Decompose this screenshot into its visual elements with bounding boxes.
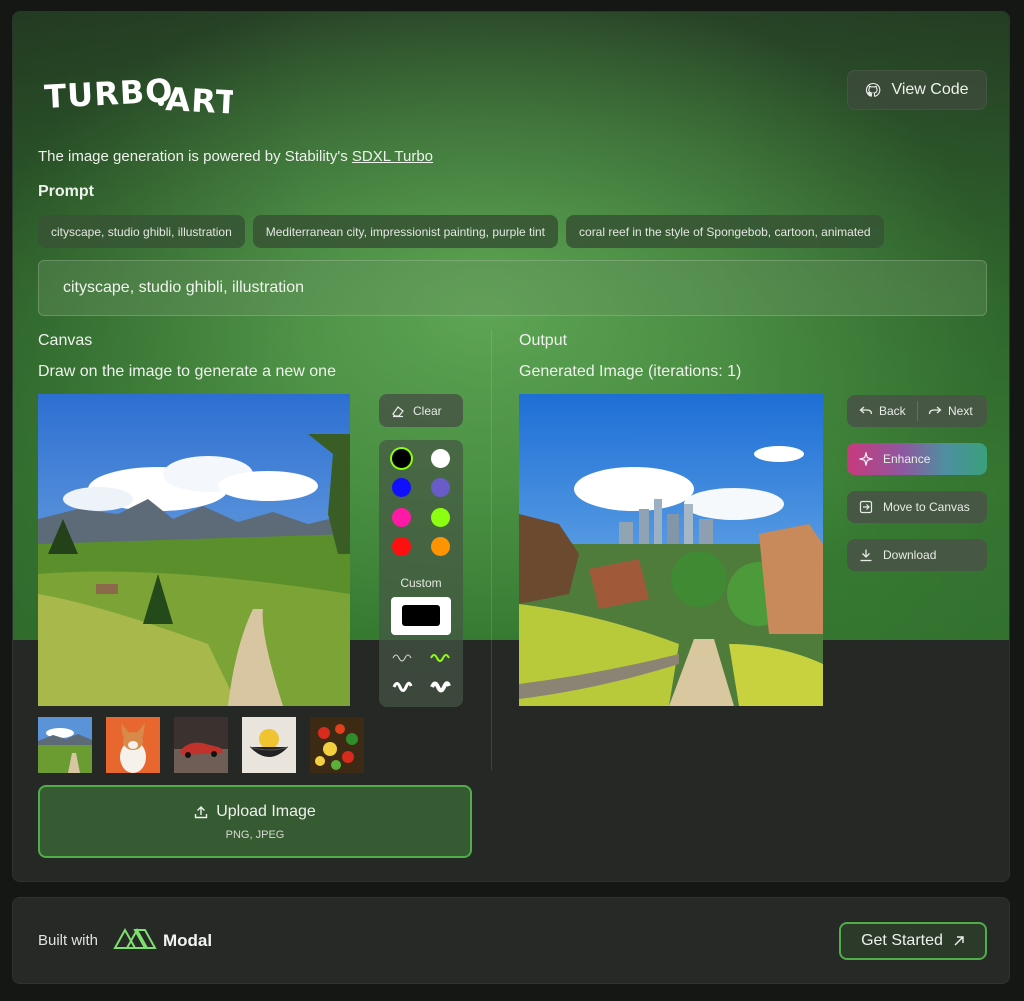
download-icon	[860, 549, 872, 562]
upload-image-button[interactable]: Upload Image PNG, JPEG	[38, 785, 472, 858]
output-subtitle: Generated Image (iterations: 1)	[519, 363, 742, 380]
view-code-button[interactable]: View Code	[847, 70, 987, 110]
move-to-canvas-icon	[859, 500, 873, 514]
color-swatch-red[interactable]	[392, 537, 411, 556]
enhance-button[interactable]: Enhance	[847, 443, 987, 475]
get-started-label: Get Started	[861, 932, 943, 949]
download-button[interactable]: Download	[847, 539, 987, 571]
turbo-art-wordmark: TURBO ART	[43, 71, 239, 122]
next-button[interactable]: Next	[918, 395, 987, 427]
brush-thin-icon[interactable]	[391, 650, 413, 666]
brush-medium-icon[interactable]	[429, 650, 451, 666]
undo-icon	[859, 406, 873, 415]
mountain-landscape-image	[38, 394, 350, 706]
move-to-canvas-button[interactable]: Move to Canvas	[847, 491, 987, 523]
canvas-title: Canvas	[38, 332, 93, 349]
ghibli-cityscape-image	[519, 394, 823, 706]
example-thumbnail-bowl[interactable]	[242, 717, 296, 773]
sparkle-icon	[859, 452, 873, 466]
eraser-icon	[392, 405, 404, 417]
color-swatch-slate[interactable]	[431, 478, 450, 497]
arrow-up-right-icon	[954, 936, 964, 946]
example-thumbnail-car[interactable]	[174, 717, 228, 773]
color-swatch-blue[interactable]	[392, 478, 411, 497]
main-card: TURBO ART View Code The image generation…	[12, 11, 1010, 882]
move-to-canvas-label: Move to Canvas	[883, 500, 970, 514]
custom-color-preview	[402, 605, 440, 626]
next-label: Next	[948, 404, 973, 418]
food-thumbnail-image	[310, 717, 364, 773]
prompt-label: Prompt	[38, 183, 94, 200]
brush-thick-icon[interactable]	[391, 677, 413, 695]
sdxl-turbo-link[interactable]: SDXL Turbo	[352, 148, 433, 165]
modal-brand-name[interactable]: Modal	[163, 931, 212, 951]
corgi-thumbnail-image	[106, 717, 160, 773]
car-thumbnail-image	[174, 717, 228, 773]
color-swatch-lime[interactable]	[431, 508, 450, 527]
clear-label: Clear	[413, 403, 442, 418]
color-palette: Custom	[379, 440, 463, 707]
mountains-thumbnail-image	[38, 717, 92, 773]
upload-file-types: PNG, JPEG	[225, 828, 285, 841]
brush-extra-thick-icon[interactable]	[429, 677, 451, 695]
bowl-thumbnail-image	[242, 717, 296, 773]
prompt-chips: cityscape, studio ghibli, illustration M…	[38, 215, 884, 248]
back-label: Back	[879, 404, 906, 418]
back-button[interactable]: Back	[847, 395, 917, 427]
upload-label: Upload Image	[216, 802, 316, 820]
prompt-chip[interactable]: cityscape, studio ghibli, illustration	[38, 215, 245, 248]
color-swatch-orange[interactable]	[431, 537, 450, 556]
prompt-chip[interactable]: Mediterranean city, impressionist painti…	[252, 215, 559, 248]
output-title: Output	[519, 332, 568, 349]
clear-button[interactable]: Clear	[379, 394, 463, 427]
download-label: Download	[883, 548, 937, 562]
built-with-label: Built with	[38, 932, 99, 949]
get-started-button[interactable]: Get Started	[839, 922, 987, 960]
history-nav: Back Next	[847, 395, 987, 427]
turbo-art-logo: TURBO ART	[43, 70, 239, 124]
example-thumbnail-food[interactable]	[310, 717, 364, 773]
color-swatch-pink[interactable]	[392, 508, 411, 527]
prompt-input[interactable]: cityscape, studio ghibli, illustration	[38, 260, 987, 316]
svg-text:TURBO: TURBO	[43, 71, 174, 116]
upload-row: Upload Image	[194, 803, 316, 821]
redo-icon	[928, 406, 942, 415]
color-swatch-white[interactable]	[431, 449, 450, 468]
example-thumbnail-dog[interactable]	[106, 717, 160, 773]
modal-logo-icon[interactable]	[113, 926, 157, 952]
drawing-canvas[interactable]	[38, 394, 350, 706]
powered-prefix: The image generation is powered by Stabi…	[38, 148, 352, 165]
footer: Built with Modal Get Started	[12, 897, 1010, 984]
svg-text:ART: ART	[165, 80, 233, 116]
upload-icon	[194, 805, 208, 818]
section-divider	[491, 330, 492, 770]
github-icon	[866, 82, 881, 97]
generated-image	[519, 394, 823, 706]
canvas-subtitle: Draw on the image to generate a new one	[38, 363, 336, 380]
custom-color-picker[interactable]	[391, 597, 451, 635]
custom-color-label: Custom	[400, 576, 442, 590]
prompt-chip[interactable]: coral reef in the style of Spongebob, ca…	[566, 215, 884, 248]
view-code-label: View Code	[891, 81, 969, 98]
example-thumbnail-mountains[interactable]	[38, 717, 92, 773]
powered-by-text: The image generation is powered by Stabi…	[38, 148, 433, 165]
color-swatch-black[interactable]	[392, 449, 411, 468]
enhance-label: Enhance	[883, 452, 931, 466]
